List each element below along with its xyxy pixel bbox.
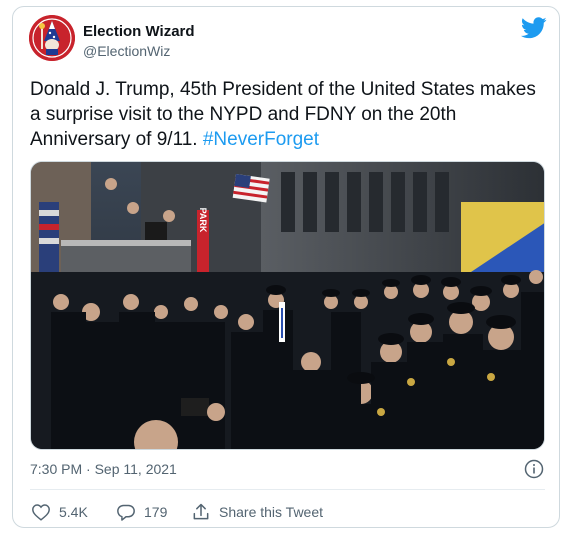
share-button[interactable]: Share this Tweet — [191, 500, 323, 524]
divider — [30, 489, 545, 490]
park-sign: PARK — [198, 208, 208, 233]
heart-icon — [32, 504, 50, 521]
author-name[interactable]: Election Wizard — [83, 23, 195, 40]
reply-count: 179 — [144, 504, 168, 520]
like-count: 5.4K — [59, 504, 88, 520]
tweet-photo[interactable]: PARK — [30, 161, 545, 450]
crowd-photo: PARK — [31, 162, 544, 449]
tweet-timestamp[interactable]: 7:30 PM · Sep 11, 2021 — [30, 461, 177, 477]
tweet-text: Donald J. Trump, 45th President of the U… — [30, 77, 545, 152]
tweet-card: Election Wizard @ElectionWiz Donald J. T… — [12, 6, 560, 528]
author-handle[interactable]: @ElectionWiz — [83, 43, 170, 59]
info-icon[interactable] — [524, 459, 544, 479]
share-icon — [193, 503, 209, 520]
like-button[interactable]: 5.4K — [31, 500, 88, 524]
reply-button[interactable]: 179 — [116, 500, 167, 524]
wizard-logo-icon — [29, 15, 75, 61]
reply-icon — [117, 504, 135, 521]
twitter-bird-icon[interactable] — [521, 17, 547, 39]
avatar[interactable] — [29, 15, 75, 61]
share-label: Share this Tweet — [219, 504, 324, 520]
hashtag-link[interactable]: #NeverForget — [203, 129, 319, 150]
